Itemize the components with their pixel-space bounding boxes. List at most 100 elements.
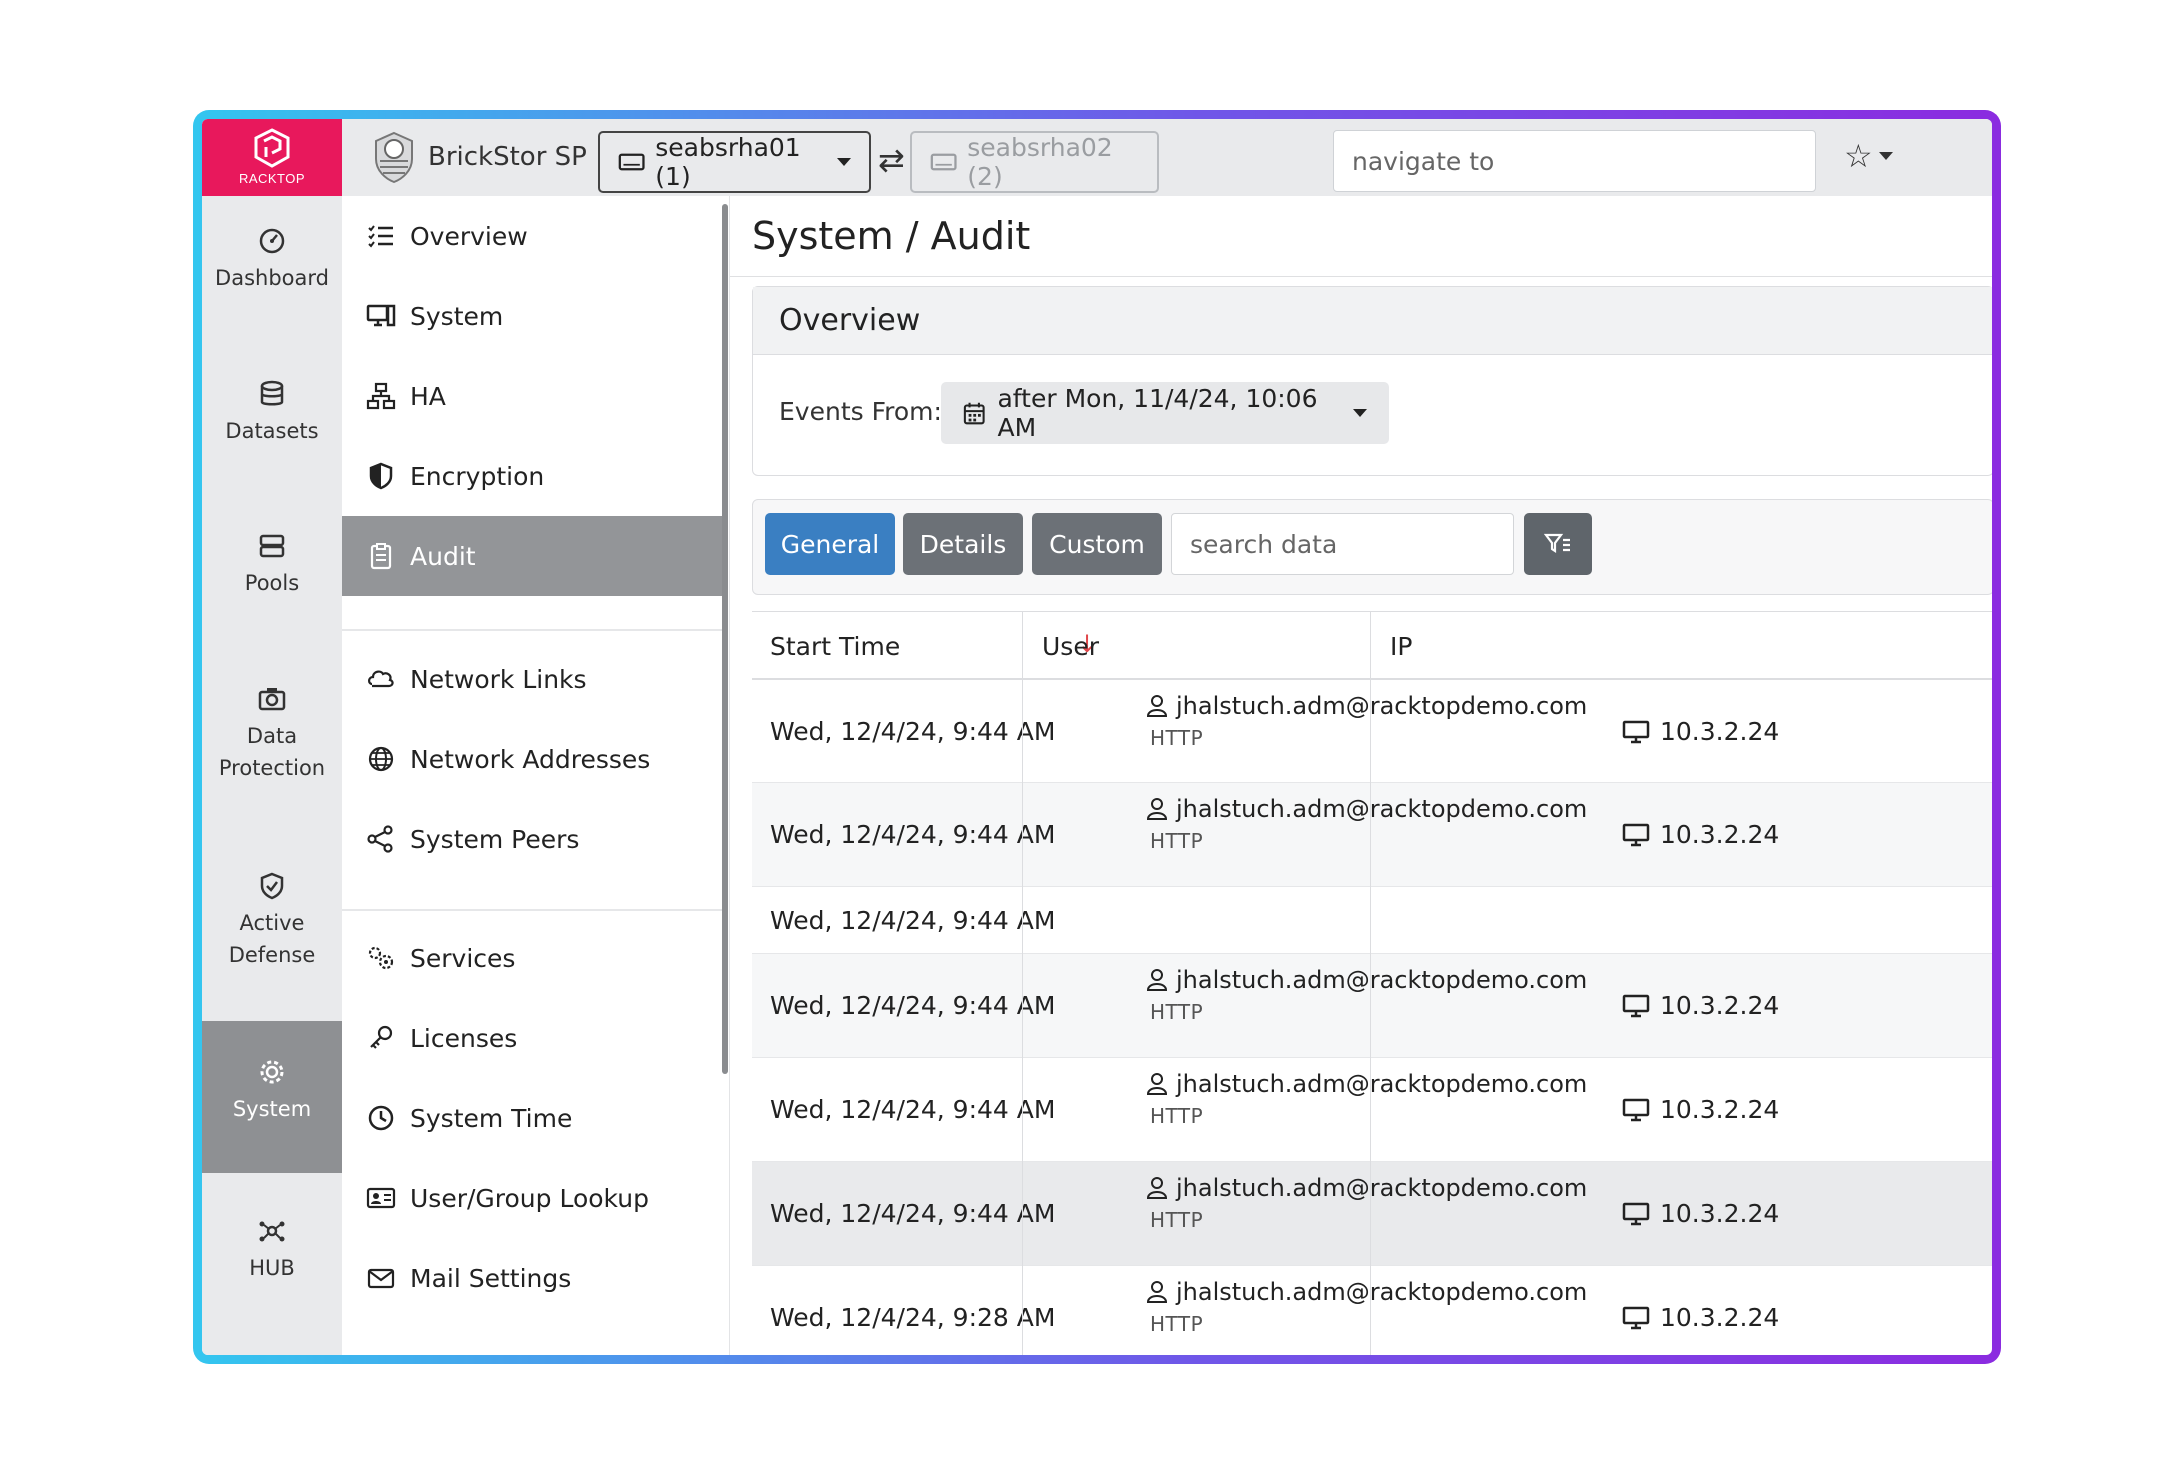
events-from-dropdown[interactable]: after Mon, 11/4/24, 10:06 AM (941, 382, 1389, 444)
subnav-item-mail-settings[interactable]: Mail Settings (342, 1238, 724, 1318)
app-window: RACKTOP BrickStor SP seabsrha01 (1) ⇄ se… (202, 119, 1992, 1355)
table-row[interactable]: Wed, 12/4/24, 9:44 AM jhalstuch.adm@rackt… (752, 954, 1992, 1058)
user-email: jhalstuch.adm@racktopdemo.com (1176, 1070, 1588, 1098)
column-header-user[interactable]: User (1042, 632, 1099, 661)
subnav-item-overview[interactable]: Overview (342, 196, 724, 276)
user-protocol: HTTP (1150, 1000, 1204, 1024)
user-icon (1146, 1073, 1168, 1095)
search-data-input[interactable] (1171, 513, 1514, 575)
monitor-icon (1622, 823, 1650, 846)
system-subnav: Overview System HA Encryption Audit Netw… (342, 196, 730, 1355)
user-email: jhalstuch.adm@racktopdemo.com (1176, 692, 1588, 720)
clock-icon (368, 1105, 394, 1131)
table-row[interactable]: Wed, 12/4/24, 9:44 AM (752, 887, 1992, 954)
table-row[interactable]: Wed, 12/4/24, 9:44 AM jhalstuch.adm@rackt… (752, 1162, 1992, 1266)
subnav-item-network-addresses[interactable]: Network Addresses (342, 719, 724, 799)
table-row[interactable]: Wed, 12/4/24, 9:28 AM jhalstuch.adm@rackt… (752, 1266, 1992, 1355)
overview-header: Overview (753, 287, 1992, 355)
rail-item-active-defense[interactable]: Active Defense (202, 871, 342, 971)
globe-icon (368, 746, 394, 772)
tab-custom[interactable]: Custom (1032, 513, 1162, 575)
cell-user: jhalstuch.adm@racktopdemo.com HTTP (1146, 1174, 1587, 1232)
app-frame: RACKTOP BrickStor SP seabsrha01 (1) ⇄ se… (193, 110, 2001, 1364)
server-box-icon (930, 153, 957, 171)
user-protocol: HTTP (1150, 1208, 1204, 1232)
swap-hosts-icon[interactable]: ⇄ (878, 141, 905, 179)
cell-ip: 10.3.2.24 (1622, 991, 1779, 1020)
column-header-start-time[interactable]: Start Time (770, 632, 900, 661)
rail-label: Pools (244, 571, 300, 595)
host-selector-secondary[interactable]: seabsrha02 (2) (910, 131, 1159, 193)
user-icon (1146, 798, 1168, 820)
subnav-label: System Peers (410, 824, 580, 854)
subnav-item-services[interactable]: Services (342, 918, 724, 998)
subnav-item-system-time[interactable]: System Time (342, 1078, 724, 1158)
id-card-icon (366, 1187, 396, 1209)
subnav-divider (342, 629, 724, 631)
rail-item-system[interactable]: System (202, 1021, 342, 1173)
cell-user: jhalstuch.adm@racktopdemo.com HTTP (1146, 795, 1587, 853)
user-icon (1146, 1177, 1168, 1199)
navigate-input[interactable] (1333, 130, 1816, 192)
top-bar: RACKTOP BrickStor SP seabsrha01 (1) ⇄ se… (202, 119, 1992, 196)
cloud-link-icon (368, 670, 394, 688)
user-icon (1146, 1281, 1168, 1303)
ip-address: 10.3.2.24 (1660, 717, 1780, 746)
chevron-down-icon (1353, 409, 1367, 417)
rail-item-dashboard[interactable]: Dashboard (202, 226, 342, 294)
subnav-label: Network Links (410, 664, 587, 694)
filter-icon (1544, 533, 1570, 554)
rail-label: Active (239, 911, 305, 935)
rail-item-data-protection[interactable]: Data Protection (202, 684, 342, 784)
favorites-dropdown[interactable]: ☆ (1844, 137, 1893, 175)
rail-label: Defense (228, 943, 316, 967)
user-line: jhalstuch.adm@racktopdemo.com (1146, 692, 1587, 720)
subnav-scrollbar[interactable] (722, 204, 728, 1074)
table-toolbar: General Details Custom (752, 499, 1992, 595)
filter-button[interactable] (1524, 513, 1592, 575)
monitor-icon (1622, 994, 1650, 1017)
subnav-item-encryption[interactable]: Encryption (342, 436, 724, 516)
hub-icon (259, 1221, 285, 1242)
cell-ip: 10.3.2.24 (1622, 1095, 1779, 1124)
subnav-item-licenses[interactable]: Licenses (342, 998, 724, 1078)
column-header-ip[interactable]: IP (1390, 632, 1412, 661)
cell-start-time: Wed, 12/4/24, 9:44 AM (770, 1095, 1056, 1124)
rail-item-pools[interactable]: Pools (202, 531, 342, 599)
subnav-item-system[interactable]: System (342, 276, 724, 356)
rail-label: HUB (249, 1256, 295, 1280)
subnav-item-audit[interactable]: Audit (342, 516, 724, 596)
database-icon (260, 380, 284, 406)
rail-item-datasets[interactable]: Datasets (202, 379, 342, 447)
user-icon (1146, 969, 1168, 991)
ip-address: 10.3.2.24 (1660, 1303, 1780, 1332)
user-email: jhalstuch.adm@racktopdemo.com (1176, 1174, 1588, 1202)
subnav-item-network-links[interactable]: Network Links (342, 639, 724, 719)
table-row[interactable]: Wed, 12/4/24, 9:44 AM jhalstuch.adm@rackt… (752, 680, 1992, 783)
server-icon (259, 534, 285, 558)
chevron-down-icon (837, 158, 851, 166)
subnav-item-user-group-lookup[interactable]: User/Group Lookup (342, 1158, 724, 1238)
cell-start-time: Wed, 12/4/24, 9:44 AM (770, 906, 1056, 935)
subnav-item-system-peers[interactable]: System Peers (342, 799, 724, 879)
monitor-icon (1622, 1202, 1650, 1225)
table-row[interactable]: Wed, 12/4/24, 9:44 AM jhalstuch.adm@rackt… (752, 1058, 1992, 1162)
envelope-icon (367, 1268, 395, 1289)
racktop-logo-icon (254, 128, 290, 168)
host-selector-primary[interactable]: seabsrha01 (1) (598, 131, 871, 193)
star-icon: ☆ (1844, 137, 1873, 175)
tab-details[interactable]: Details (903, 513, 1023, 575)
share-icon (367, 825, 393, 853)
host-primary-label: seabsrha01 (1) (655, 133, 801, 191)
subnav-label: Encryption (410, 461, 545, 491)
events-from-value: after Mon, 11/4/24, 10:06 AM (997, 384, 1318, 442)
rail-label: Data (246, 724, 298, 748)
page-title: System / Audit (752, 214, 1031, 258)
tab-general[interactable]: General (765, 513, 895, 575)
rail-item-hub[interactable]: HUB (202, 1216, 342, 1284)
events-from-label: Events From: (779, 397, 942, 426)
table-row[interactable]: Wed, 12/4/24, 9:44 AM jhalstuch.adm@rackt… (752, 783, 1992, 887)
racktop-logo[interactable]: RACKTOP (202, 119, 342, 196)
subnav-label: Network Addresses (410, 744, 651, 774)
subnav-item-ha[interactable]: HA (342, 356, 724, 436)
